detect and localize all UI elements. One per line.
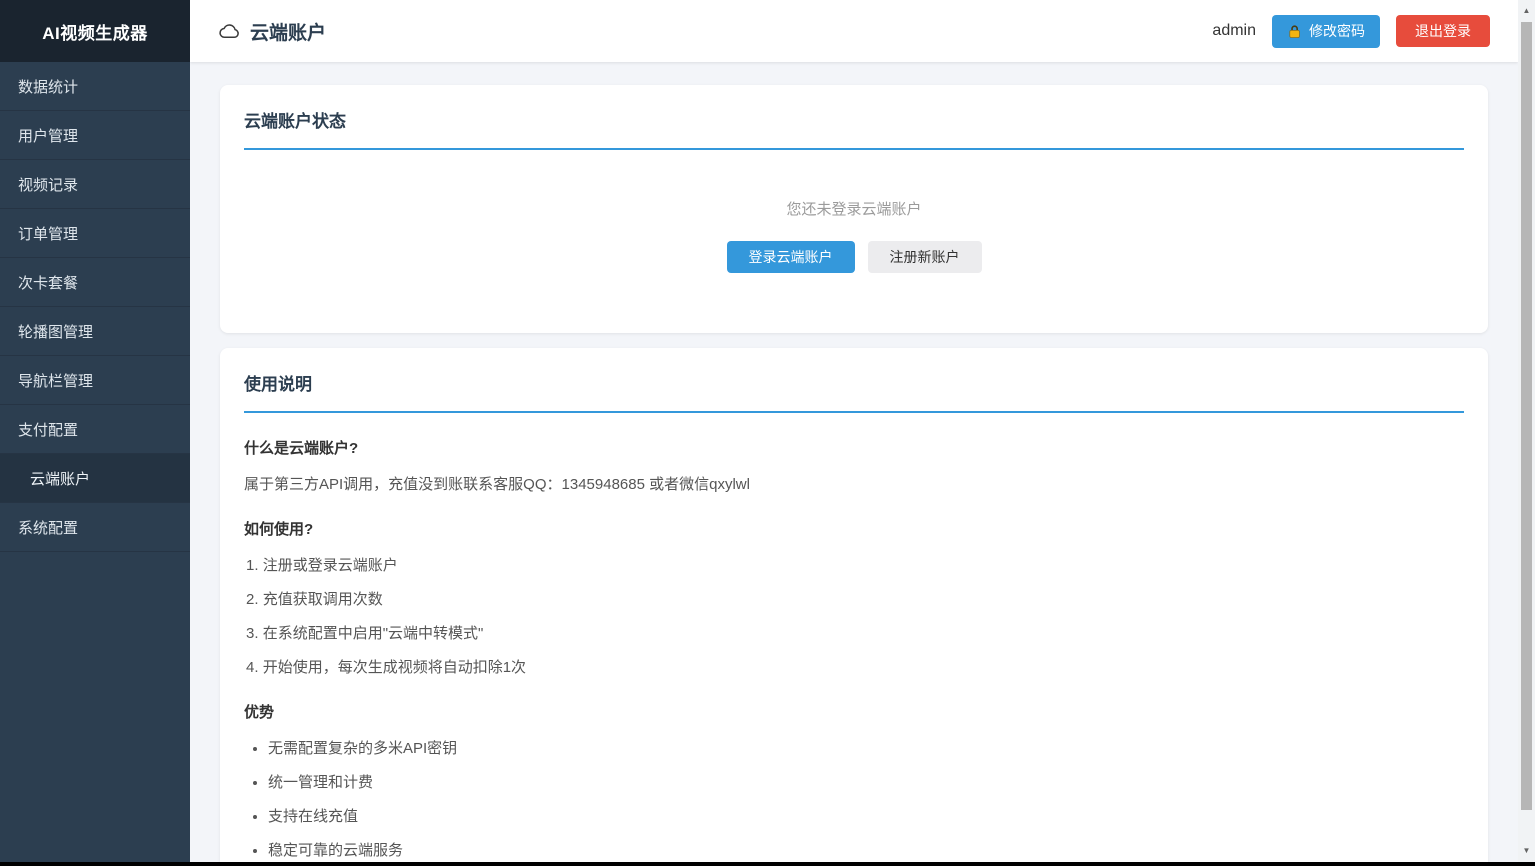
username: admin	[1212, 22, 1256, 40]
how-step-1: 注册或登录云端账户	[246, 554, 1464, 575]
sidebar-item-carousel-mgmt[interactable]: 轮播图管理	[0, 307, 190, 356]
app-title: AI视频生成器	[0, 0, 190, 62]
change-password-button[interactable]: 修改密码	[1272, 15, 1380, 48]
window-bottom-edge	[0, 862, 1535, 866]
sidebar-item-order-mgmt[interactable]: 订单管理	[0, 209, 190, 258]
sidebar-menu: 数据统计 用户管理 视频记录 订单管理 次卡套餐 轮播图管理 导航栏管理 支付配…	[0, 62, 190, 552]
sidebar-item-user-mgmt[interactable]: 用户管理	[0, 111, 190, 160]
how-step-4: 开始使用，每次生成视频将自动扣除1次	[246, 656, 1464, 677]
how-to-steps: 注册或登录云端账户 充值获取调用次数 在系统配置中启用"云端中转模式" 开始使用…	[244, 554, 1464, 677]
status-card-title: 云端账户状态	[244, 107, 1464, 150]
sidebar-item-video-records[interactable]: 视频记录	[0, 160, 190, 209]
status-message: 您还未登录云端账户	[244, 198, 1464, 219]
scrollbar-thumb[interactable]	[1521, 22, 1532, 810]
sidebar-item-cloud-account[interactable]: 云端账户	[0, 454, 190, 503]
page-title-wrap: 云端账户	[218, 18, 326, 45]
scroll-up-arrow-icon[interactable]: ▲	[1518, 2, 1535, 18]
logout-button[interactable]: 退出登录	[1396, 15, 1490, 47]
how-to-heading: 如何使用?	[244, 518, 1464, 539]
sidebar: AI视频生成器 数据统计 用户管理 视频记录 订单管理 次卡套餐 轮播图管理 导…	[0, 0, 190, 866]
scroll-down-arrow-icon[interactable]: ▼	[1518, 842, 1535, 858]
status-card: 云端账户状态 您还未登录云端账户 登录云端账户 注册新账户	[220, 85, 1488, 333]
login-cloud-account-button[interactable]: 登录云端账户	[727, 241, 855, 273]
vertical-scrollbar[interactable]: ▲ ▼	[1518, 0, 1535, 862]
usage-card: 使用说明 什么是云端账户? 属于第三方API调用，充值没到账联系客服QQ：134…	[220, 348, 1488, 866]
sidebar-item-navbar-mgmt[interactable]: 导航栏管理	[0, 356, 190, 405]
register-account-button[interactable]: 注册新账户	[868, 241, 982, 273]
what-is-heading: 什么是云端账户?	[244, 437, 1464, 458]
sidebar-item-card-packages[interactable]: 次卡套餐	[0, 258, 190, 307]
advantages-list: 无需配置复杂的多米API密钥 统一管理和计费 支持在线充值 稳定可靠的云端服务	[244, 737, 1464, 860]
page-title: 云端账户	[250, 18, 326, 45]
advantage-4: 稳定可靠的云端服务	[268, 839, 1464, 860]
topbar-right: admin 修改密码 退出登录	[1212, 15, 1490, 48]
cloud-icon	[218, 20, 241, 43]
how-step-3: 在系统配置中启用"云端中转模式"	[246, 622, 1464, 643]
status-body: 您还未登录云端账户 登录云端账户 注册新账户	[244, 150, 1464, 307]
change-password-label: 修改密码	[1309, 24, 1365, 38]
usage-card-title: 使用说明	[244, 370, 1464, 413]
main-area: 云端账户 admin 修改密码 退出登录 云端账户状态 您还未登录云端账户 登录…	[190, 0, 1518, 866]
sidebar-item-system-config[interactable]: 系统配置	[0, 503, 190, 552]
sidebar-item-payment-config[interactable]: 支付配置	[0, 405, 190, 454]
status-actions: 登录云端账户 注册新账户	[727, 241, 982, 273]
topbar: 云端账户 admin 修改密码 退出登录	[190, 0, 1518, 62]
content: 云端账户状态 您还未登录云端账户 登录云端账户 注册新账户 使用说明 什么是云端…	[190, 62, 1518, 866]
what-is-text: 属于第三方API调用，充值没到账联系客服QQ：1345948685 或者微信qx…	[244, 473, 1464, 494]
how-step-2: 充值获取调用次数	[246, 588, 1464, 609]
advantage-2: 统一管理和计费	[268, 771, 1464, 792]
advantages-heading: 优势	[244, 701, 1464, 722]
lock-icon	[1287, 24, 1302, 39]
advantage-3: 支持在线充值	[268, 805, 1464, 826]
advantage-1: 无需配置复杂的多米API密钥	[268, 737, 1464, 758]
sidebar-item-data-stats[interactable]: 数据统计	[0, 62, 190, 111]
